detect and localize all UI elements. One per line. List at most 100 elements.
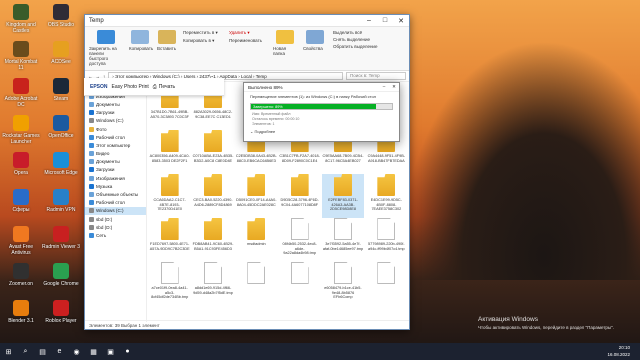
desktop-icon[interactable]: Rockstar Games Launcher	[2, 115, 40, 145]
desktop-icon[interactable]: Steam	[42, 78, 80, 102]
print-button[interactable]: ⎙ Печать	[153, 84, 175, 90]
nav-item[interactable]: Музыка	[85, 182, 146, 190]
invert-selection-button[interactable]: Обратить выделение	[333, 44, 383, 49]
nav-item[interactable]: Объемные объекты	[85, 190, 146, 198]
desktop-icon[interactable]: Mortal Kombat 11	[2, 41, 40, 71]
rename-button[interactable]: Переименовать	[229, 38, 267, 43]
desktop-icon[interactable]: Adobe Acrobat DC	[2, 78, 40, 108]
nav-item-label: Рабочий стол	[96, 200, 125, 206]
nav-item[interactable]: Фото	[85, 125, 146, 133]
taskbar-button[interactable]: e	[52, 345, 67, 358]
folder-icon	[333, 174, 352, 196]
desktop-icon[interactable]: Avast Free Antivirus	[2, 226, 40, 256]
taskbar-button[interactable]: ▣	[103, 345, 118, 358]
file-item[interactable]: CEC3-BA0-5220-4390-A4D6-2889CF8D4869	[192, 174, 233, 218]
taskbar-button[interactable]: ▤	[35, 345, 50, 358]
file-item-name: CCA6DAA2-C1C7-4B7E-8193-7E2370D41E0	[153, 198, 186, 212]
nav-item[interactable]: Загрузки	[85, 166, 146, 174]
select-all-button[interactable]: Выделить всё	[333, 30, 383, 35]
file-item[interactable]	[236, 262, 277, 306]
file-item[interactable]: FDB8AB41-9C60-4B29-B5A1-91C93FE456D3	[192, 218, 233, 262]
nav-item[interactable]: Сеть	[85, 231, 146, 239]
folder-icon	[290, 174, 309, 196]
file-item[interactable]: E4DC1E99-9D5C-4B0F-8808-7EAEE3758C302	[366, 174, 407, 218]
desktop-icon[interactable]: OBS Studio	[42, 4, 80, 28]
minimize-button[interactable]: –	[361, 17, 377, 25]
nav-item[interactable]: Windows (C:)	[85, 206, 146, 215]
file-item[interactable]: a8dd1e69-915d-4f66-9d59-d48a2b7f5dE.tmp	[192, 262, 233, 306]
clock[interactable]: 20:10 16.08.2022	[607, 344, 630, 358]
file-item-name: msdtadmin	[247, 242, 266, 246]
new-folder-icon	[276, 30, 294, 44]
file-item[interactable]: E2FEBF83-0371-426A3-AA3B-2D5CE98D8E8	[322, 174, 364, 218]
nav-item[interactable]: Этот компьютер	[85, 141, 146, 149]
search-input[interactable]: Поиск в: Temp	[346, 72, 406, 80]
taskbar-button[interactable]: ⊞	[1, 345, 16, 358]
more-details-button[interactable]: ⌄ Подробнее	[244, 127, 399, 136]
taskbar-button[interactable]: ◉	[69, 345, 84, 358]
file-item[interactable]	[279, 262, 320, 306]
epson-toolbar: EPSON Easy Photo Print ⎙ Печать	[84, 78, 224, 96]
taskbar-button[interactable]: ▦	[86, 345, 101, 358]
dialog-minimize-button[interactable]: –	[379, 84, 389, 90]
file-item[interactable]: 57798989-220b-490f-a94c-ff99b4f07c4.tmp	[366, 218, 407, 262]
new-folder-button[interactable]: Новая папка	[273, 30, 297, 67]
pin-button[interactable]: Закрепить на панели быстрого доступа	[89, 30, 123, 67]
nav-item[interactable]: Рабочий стол	[85, 133, 146, 141]
nav-item[interactable]: sbd (D:)	[85, 215, 146, 223]
desktop-icon[interactable]: Radmin Viewer 3	[42, 226, 80, 250]
file-item[interactable]: CCA6DAA2-C1C7-4B7E-8193-7E2370D41E0	[149, 174, 190, 218]
desktop-icon[interactable]: ACDSee	[42, 41, 80, 65]
file-item[interactable]: a7ce01f9-0ea8-4a41-a5c3-8cf45df2de734Bb.…	[149, 262, 190, 306]
dialog-titlebar[interactable]: Выполнено 89% – ✕	[244, 83, 399, 92]
file-item[interactable]: 3e7f3592-5a55-4e7f-afaf-0be14685ee97.tmp	[322, 218, 363, 262]
app-icon	[13, 78, 29, 94]
desktop-icon[interactable]: Blender 3.1	[2, 300, 40, 324]
desktop-icon[interactable]: Roblox Player	[42, 300, 80, 324]
properties-button[interactable]: Свойства	[303, 30, 327, 67]
select-none-button[interactable]: Снять выделение	[333, 37, 383, 42]
status-bar: Элементов: 39 Выбран 1 элемент	[85, 320, 409, 329]
nav-item[interactable]: Документы	[85, 158, 146, 166]
explorer-titlebar[interactable]: Temp – □ ✕	[85, 15, 409, 27]
nav-item[interactable]: Изображения	[85, 174, 146, 182]
desktop-icons: Kingdom and Castles OBS Studio Mortal Komb…	[0, 0, 82, 343]
file-item[interactable]: D9D5C28-3796-4F6D-9C04-4A6077108D8F	[279, 174, 320, 218]
file-item[interactable]: D5091CE0-0F14-A4A0-8A04-45DDC2AE028C	[236, 174, 277, 218]
nav-item[interactable]: Windows (C:)	[85, 117, 146, 125]
nav-item[interactable]: Рабочий стол	[85, 199, 146, 207]
move-to-button[interactable]: Переместить в ▾	[183, 30, 223, 36]
dialog-close-button[interactable]: ✕	[389, 84, 399, 90]
file-item[interactable]	[366, 262, 407, 306]
desktop-icon[interactable]: Zoomer.on	[2, 263, 40, 287]
delete-button[interactable]: Удалить ▾	[229, 30, 267, 36]
desktop-icon[interactable]: OpenOffice	[42, 115, 80, 139]
maximize-button[interactable]: □	[377, 17, 393, 25]
copy-button[interactable]: Копировать	[129, 30, 153, 67]
desktop-icon-label: Steam	[53, 96, 69, 102]
nav-item[interactable]: Загрузки	[85, 109, 146, 117]
close-button[interactable]: ✕	[393, 17, 409, 25]
file-icon	[377, 218, 396, 240]
file-item[interactable]: msdtadmin	[236, 218, 277, 262]
nav-item[interactable]: Документы	[85, 100, 146, 108]
nav-item[interactable]: Видео	[85, 150, 146, 158]
taskbar-button[interactable]: ●	[120, 345, 135, 358]
taskbar-button[interactable]: ⌕	[18, 345, 33, 358]
pin-icon	[97, 30, 115, 44]
file-item[interactable]: e6058479-b1ce-41b5-9e48-8b5876 EFb6Comp	[322, 262, 363, 306]
paste-button[interactable]: Вставить	[157, 30, 177, 67]
desktop-icon[interactable]: Сферы	[2, 189, 40, 213]
delete-group: Удалить ▾ Переименовать	[229, 30, 267, 67]
nav-item[interactable]: sbd (D:)	[85, 223, 146, 231]
desktop-icon[interactable]: Kingdom and Castles	[2, 4, 40, 34]
desktop-icon[interactable]: Opera	[2, 152, 40, 176]
file-item[interactable]: 08f4b50-2532-4ec8-a6de-9a22a8da4b98.tmp	[279, 218, 320, 262]
desktop-icon[interactable]: Google Chrome	[42, 263, 80, 287]
copy-to-button[interactable]: Копировать в ▾	[183, 38, 223, 44]
file-item[interactable]: C0710ABA-E23A-4B35-B3D2-A0C8 C8E0D4E	[192, 130, 233, 174]
file-item[interactable]: AC800356-A409-4CA0-8583-3503 DE2F2F1	[149, 130, 190, 174]
file-item[interactable]: F1ED7697-5800-4E71-A57A-9DD9C7B2C3DE	[149, 218, 190, 262]
desktop-icon[interactable]: Microsoft Edge	[42, 152, 80, 176]
desktop-icon[interactable]: Radmin VPN	[42, 189, 80, 213]
